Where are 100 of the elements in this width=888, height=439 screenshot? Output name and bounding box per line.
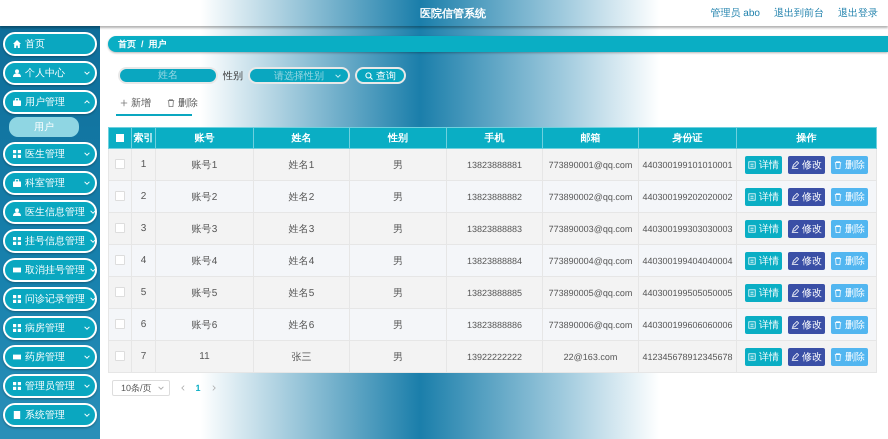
table-cell: 13823888886 [466, 320, 522, 330]
sidebar-item[interactable]: 问诊记录管理 [3, 287, 97, 311]
chevron-icon [334, 72, 342, 80]
trash-icon [834, 320, 842, 328]
table-cell: 7 [140, 351, 146, 362]
table-cell: 440300199202020002 [642, 192, 733, 202]
delete-button[interactable]: 删除 [831, 252, 868, 270]
edit-button[interactable]: 修改 [788, 284, 825, 302]
table-cell: 张三 [292, 352, 312, 362]
document-icon [748, 224, 756, 232]
table-cell: 4 [140, 255, 146, 266]
breadcrumb-link[interactable]: 用户 [148, 38, 167, 50]
previous-page-icon [178, 384, 187, 392]
submenu-item[interactable]: 用户 [9, 117, 79, 137]
row-checkbox[interactable] [115, 191, 125, 202]
column-header: 操作 [796, 133, 816, 144]
column-header: 身份证 [672, 133, 702, 144]
table-cell: 账号5 [192, 288, 218, 298]
header-link[interactable]: 管理员 abo [710, 6, 760, 20]
column-header: 账号 [194, 133, 214, 144]
table-cell: 412345678912345678 [642, 352, 733, 362]
delete-button[interactable]: 删除 [831, 220, 868, 238]
toolbar-button[interactable]: 删除 [167, 96, 198, 110]
delete-button[interactable]: 删除 [831, 188, 868, 206]
details-button[interactable]: 详情 [745, 188, 782, 206]
table-cell: 440300199404040004 [642, 256, 733, 266]
trash-icon [834, 192, 842, 200]
details-button[interactable]: 详情 [745, 220, 782, 238]
table-cell: 账号1 [192, 160, 218, 170]
sidebar-item[interactable]: 医生管理 [3, 142, 97, 166]
sidebar-item[interactable]: 个人中心 [3, 61, 97, 85]
next-page-icon [210, 384, 218, 392]
name-field[interactable]: 姓名 [118, 67, 218, 84]
sidebar-item[interactable]: 首页 [3, 32, 97, 56]
app-title: 医院信管系统 [420, 6, 486, 20]
table-cell: 5 [140, 287, 146, 298]
edit-button[interactable]: 修改 [788, 156, 825, 174]
row-checkbox[interactable] [115, 287, 125, 298]
card-icon [13, 353, 21, 361]
details-button[interactable]: 详情 [745, 156, 782, 174]
edit-button[interactable]: 修改 [788, 348, 825, 366]
page-number[interactable]: 1 [196, 383, 201, 393]
table-cell: 男 [393, 160, 403, 170]
sidebar-item[interactable]: 挂号信息管理 [3, 229, 97, 253]
row-checkbox[interactable] [115, 255, 125, 266]
details-button[interactable]: 详情 [745, 348, 782, 366]
sidebar-item[interactable]: 管理员管理 [3, 374, 97, 398]
details-button[interactable]: 详情 [745, 284, 782, 302]
grid-icon [13, 324, 21, 332]
delete-button[interactable]: 删除 [831, 284, 868, 302]
table-cell: 13823888884 [466, 256, 522, 266]
row-checkbox[interactable] [115, 159, 125, 170]
toolbar-button[interactable]: 新增 [120, 96, 151, 110]
table-cell: 男 [393, 192, 403, 202]
table-cell: 账号3 [192, 224, 218, 234]
table-cell: 773890006@qq.com [548, 320, 632, 330]
details-button[interactable]: 详情 [745, 316, 782, 334]
header-link[interactable]: 退出到前台 [774, 6, 824, 20]
table-cell: 773890002@qq.com [548, 192, 632, 202]
table-cell: 账号2 [192, 192, 218, 202]
edit-button[interactable]: 修改 [788, 188, 825, 206]
row-checkbox[interactable] [115, 319, 125, 330]
page-size-select[interactable]: 10条/页 [112, 380, 170, 396]
table-cell: 2 [140, 191, 146, 202]
pen-icon [791, 288, 799, 296]
delete-button[interactable]: 删除 [831, 348, 868, 366]
card-icon [13, 266, 21, 274]
sidebar-item[interactable]: 取消挂号管理 [3, 258, 97, 282]
column-header: 手机 [484, 133, 504, 144]
delete-button[interactable]: 删除 [831, 316, 868, 334]
document-icon [748, 192, 756, 200]
edit-button[interactable]: 修改 [788, 252, 825, 270]
details-button[interactable]: 详情 [745, 252, 782, 270]
breadcrumb-link[interactable]: 首页 [118, 38, 136, 50]
table-cell: 13823888881 [466, 160, 522, 170]
trash-icon [167, 99, 175, 107]
sidebar-item[interactable]: 病房管理 [3, 316, 97, 340]
sidebar-item[interactable]: 科室管理 [3, 171, 97, 195]
sidebar-item[interactable]: 系统管理 [3, 403, 97, 427]
search-icon [365, 72, 373, 80]
grid-icon [13, 237, 21, 245]
gender-select[interactable]: 请选择性别 [248, 67, 350, 84]
briefcase-icon [13, 98, 21, 106]
sidebar-item[interactable]: 药房管理 [3, 345, 97, 369]
sidebar-item[interactable]: 医生信息管理 [3, 200, 97, 224]
briefcase-icon [13, 179, 21, 187]
edit-button[interactable]: 修改 [788, 220, 825, 238]
delete-button[interactable]: 删除 [831, 156, 868, 174]
document-icon [748, 160, 756, 168]
table-cell: 13823888883 [466, 224, 522, 234]
table-cell: 男 [393, 352, 403, 362]
column-header: 性别 [388, 133, 408, 144]
search-button[interactable]: 查询 [355, 67, 406, 84]
sidebar-item[interactable]: 用户管理 [3, 90, 97, 114]
row-checkbox[interactable] [115, 351, 125, 362]
header-link[interactable]: 退出登录 [838, 6, 878, 20]
edit-button[interactable]: 修改 [788, 316, 825, 334]
pen-icon [791, 160, 799, 168]
row-checkbox[interactable] [115, 223, 125, 234]
select-all-checkbox[interactable] [116, 134, 124, 142]
